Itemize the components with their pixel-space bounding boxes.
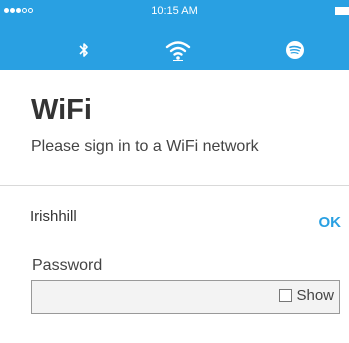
password-label: Password	[32, 257, 103, 274]
show-password-toggle[interactable]: Show	[279, 287, 334, 304]
tab-bluetooth[interactable]	[64, 30, 104, 70]
network-name: Irishhill	[30, 208, 77, 225]
status-bar: 10:15 AM	[0, 0, 349, 22]
wifi-icon	[165, 41, 191, 61]
tab-bar	[0, 30, 349, 70]
ok-button[interactable]: OK	[319, 214, 342, 231]
status-time: 10:15 AM	[151, 5, 198, 17]
tab-spotify[interactable]	[275, 30, 315, 70]
bluetooth-icon	[79, 43, 88, 57]
top-bar: 10:15 AM	[0, 0, 349, 70]
show-password-checkbox[interactable]	[279, 289, 293, 302]
show-password-label: Show	[296, 287, 334, 304]
spotify-icon	[286, 41, 304, 59]
page-subtitle: Please sign in to a WiFi network	[31, 138, 259, 155]
password-input[interactable]	[32, 281, 264, 313]
tab-wifi[interactable]	[158, 30, 198, 70]
divider	[0, 185, 349, 186]
page-title: WiFi	[31, 94, 92, 126]
battery-icon	[335, 7, 349, 15]
password-field: Show	[31, 280, 340, 314]
